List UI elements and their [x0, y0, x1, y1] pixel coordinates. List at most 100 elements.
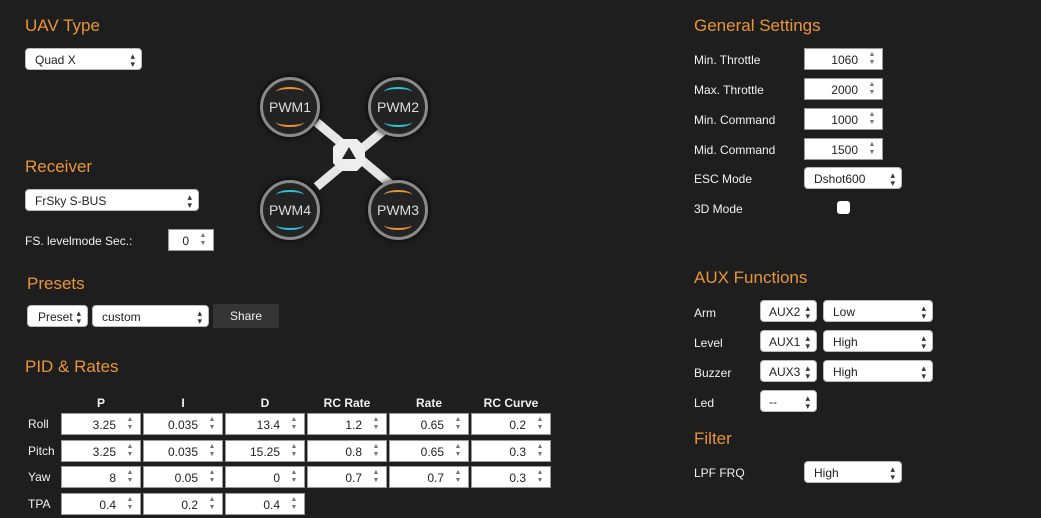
receiver-select[interactable]: FrSky S-BUS ▴ ▾ [25, 189, 199, 211]
select-arrows-icon: ▴ ▾ [921, 303, 926, 321]
stepper-icon[interactable]: ▲ ▼ [371, 416, 381, 432]
3d-mode-checkbox[interactable] [837, 201, 850, 214]
pid-value: 1.2 [345, 418, 362, 432]
aux-channel-value: AUX3 [769, 365, 801, 379]
aux-level-select[interactable]: High ▴ ▾ [823, 330, 933, 352]
front-direction-icon [342, 147, 356, 159]
pid-value-input[interactable]: 3.25 ▲ ▼ [61, 413, 141, 435]
stepper-icon[interactable]: ▲ ▼ [535, 469, 545, 485]
pid-value-input[interactable]: 0.4 ▲ ▼ [61, 493, 141, 515]
general-field-value: 2000 [831, 83, 858, 97]
share-button[interactable]: Share [213, 304, 279, 328]
pid-value-input[interactable]: 0.035 ▲ ▼ [143, 413, 223, 435]
pid-value-input[interactable]: 0.035 ▲ ▼ [143, 440, 223, 462]
stepper-icon[interactable]: ▲ ▼ [198, 232, 208, 248]
stepper-icon[interactable]: ▲ ▼ [289, 469, 299, 485]
pid-value-input[interactable]: 1.2 ▲ ▼ [307, 413, 387, 435]
select-arrows-icon: ▴ ▾ [805, 363, 810, 381]
stepper-icon[interactable]: ▲ ▼ [371, 443, 381, 459]
lpf-frq-value: High [814, 466, 839, 480]
pid-value-input[interactable]: 0.2 ▲ ▼ [471, 413, 551, 435]
pid-value-input[interactable]: 3.25 ▲ ▼ [61, 440, 141, 462]
fs-levelmode-value: 0 [182, 234, 189, 248]
stepper-icon[interactable]: ▲ ▼ [207, 443, 217, 459]
aux-level-value: High [833, 335, 858, 349]
preset-value-select[interactable]: custom ▴ ▾ [92, 305, 209, 327]
pid-value-input[interactable]: 0.7 ▲ ▼ [307, 466, 387, 488]
stepper-icon[interactable]: ▲ ▼ [535, 443, 545, 459]
pid-value-input[interactable]: 0.4 ▲ ▼ [225, 493, 305, 515]
stepper-icon[interactable]: ▲ ▼ [867, 141, 877, 157]
motor-pwm1: PWM1 [260, 77, 320, 137]
stepper-icon[interactable]: ▲ ▼ [453, 469, 463, 485]
pid-value-input[interactable]: 15.25 ▲ ▼ [225, 440, 305, 462]
pid-value-input[interactable]: 0.05 ▲ ▼ [143, 466, 223, 488]
pid-value-input[interactable]: 0.3 ▲ ▼ [471, 466, 551, 488]
stepper-icon[interactable]: ▲ ▼ [125, 469, 135, 485]
general-field-label: Mid. Command [694, 143, 776, 157]
general-field-label: Min. Command [694, 113, 776, 127]
esc-mode-select[interactable]: Dshot600 ▴ ▾ [804, 167, 902, 189]
general-field-input[interactable]: 1000 ▲ ▼ [804, 108, 883, 130]
rotation-arrow-icon [384, 87, 412, 97]
uav-type-heading: UAV Type [25, 16, 100, 35]
stepper-icon[interactable]: ▲ ▼ [371, 469, 381, 485]
pid-value-input[interactable]: 8 ▲ ▼ [61, 466, 141, 488]
lpf-frq-select[interactable]: High ▴ ▾ [804, 461, 902, 483]
pid-value-input[interactable]: 0.65 ▲ ▼ [389, 413, 469, 435]
aux-level-select[interactable]: Low ▴ ▾ [823, 300, 933, 322]
stepper-icon[interactable]: ▲ ▼ [453, 416, 463, 432]
aux-channel-select[interactable]: -- ▴ ▾ [760, 390, 817, 412]
general-field-input[interactable]: 2000 ▲ ▼ [804, 78, 883, 100]
pid-value: 0.05 [174, 471, 198, 485]
pid-value-input[interactable]: 0 ▲ ▼ [225, 466, 305, 488]
preset-type-select[interactable]: Preset ▴ ▾ [27, 305, 88, 327]
pid-column-header: I [181, 396, 185, 410]
aux-channel-select[interactable]: AUX2 ▴ ▾ [760, 300, 817, 322]
stepper-icon[interactable]: ▲ ▼ [125, 443, 135, 459]
motor-pwm2: PWM2 [368, 77, 428, 137]
stepper-icon[interactable]: ▲ ▼ [207, 469, 217, 485]
pid-value-input[interactable]: 0.3 ▲ ▼ [471, 440, 551, 462]
pid-value-input[interactable]: 0.7 ▲ ▼ [389, 466, 469, 488]
pid-value-input[interactable]: 0.2 ▲ ▼ [143, 493, 223, 515]
general-field-input[interactable]: 1500 ▲ ▼ [804, 138, 883, 160]
motor-pwm3: PWM3 [368, 180, 428, 240]
presets-heading: Presets [27, 274, 85, 293]
select-arrows-icon: ▴ ▾ [921, 333, 926, 351]
stepper-icon[interactable]: ▲ ▼ [289, 443, 299, 459]
general-field-input[interactable]: 1060 ▲ ▼ [804, 48, 883, 70]
drone-diagram: PWM1 PWM2 PWM3 PWM4 [255, 70, 455, 245]
rotation-arrow-icon [384, 220, 412, 230]
receiver-heading: Receiver [25, 157, 93, 176]
aux-channel-value: -- [769, 395, 777, 409]
stepper-icon[interactable]: ▲ ▼ [867, 111, 877, 127]
filter-heading: Filter [694, 429, 732, 448]
stepper-icon[interactable]: ▲ ▼ [207, 416, 217, 432]
pid-value-input[interactable]: 0.65 ▲ ▼ [389, 440, 469, 462]
stepper-icon[interactable]: ▲ ▼ [289, 416, 299, 432]
stepper-icon[interactable]: ▲ ▼ [125, 416, 135, 432]
aux-row-label: Arm [694, 306, 716, 320]
aux-channel-select[interactable]: AUX3 ▴ ▾ [760, 360, 817, 382]
pid-column-header: D [260, 396, 270, 410]
uav-type-select[interactable]: Quad X ▴ ▾ [25, 48, 142, 70]
stepper-icon[interactable]: ▲ ▼ [535, 416, 545, 432]
general-settings-heading: General Settings [694, 16, 821, 35]
stepper-icon[interactable]: ▲ ▼ [867, 51, 877, 67]
aux-channel-select[interactable]: AUX1 ▴ ▾ [760, 330, 817, 352]
stepper-icon[interactable]: ▲ ▼ [207, 496, 217, 512]
rotation-arrow-icon [384, 117, 412, 127]
pid-value-input[interactable]: 13.4 ▲ ▼ [225, 413, 305, 435]
uav-type-value: Quad X [35, 53, 76, 67]
stepper-icon[interactable]: ▲ ▼ [289, 496, 299, 512]
fs-levelmode-label: FS. levelmode Sec.: [25, 234, 133, 248]
aux-level-select[interactable]: High ▴ ▾ [823, 360, 933, 382]
stepper-icon[interactable]: ▲ ▼ [453, 443, 463, 459]
stepper-icon[interactable]: ▲ ▼ [867, 81, 877, 97]
stepper-icon[interactable]: ▲ ▼ [125, 496, 135, 512]
pid-row-label: TPA [28, 497, 51, 511]
fs-levelmode-input[interactable]: 0 ▲ ▼ [168, 229, 214, 251]
pid-value-input[interactable]: 0.8 ▲ ▼ [307, 440, 387, 462]
pid-column-header: Rate [415, 396, 442, 410]
